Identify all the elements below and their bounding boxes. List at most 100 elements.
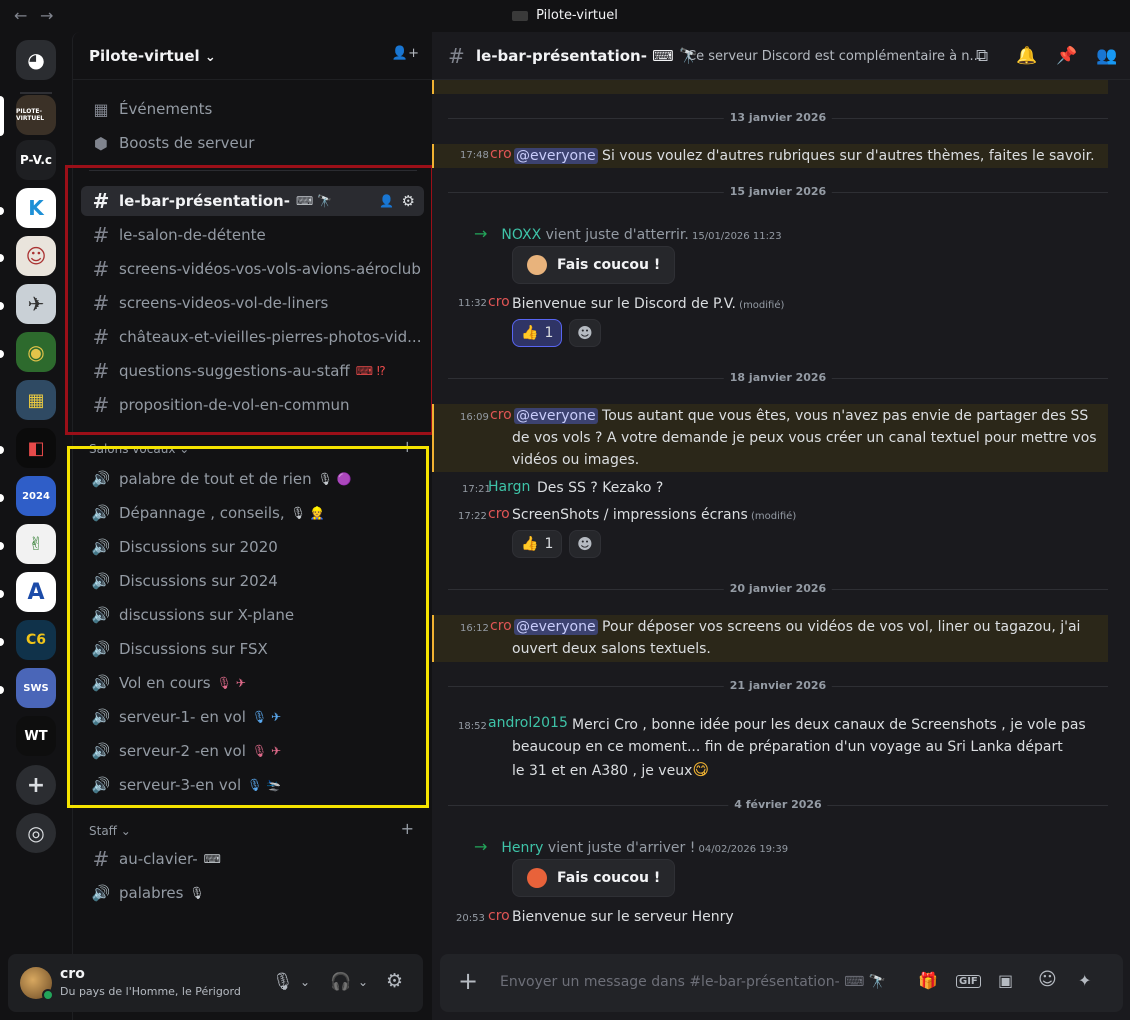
attach-plus-icon[interactable]: + — [458, 967, 478, 995]
timestamp: 04/02/2026 19:39 — [695, 844, 789, 855]
wave-button-label: Fais coucou ! — [557, 257, 661, 273]
apps-icon[interactable]: ✦ — [1078, 971, 1091, 990]
message-author[interactable]: cro — [488, 506, 510, 522]
member-list-icon[interactable]: 👥 — [1096, 46, 1117, 66]
unread-pill — [0, 446, 4, 454]
server-boosts-item[interactable]: ⬢ Boosts de serveur — [81, 128, 424, 158]
calendar-icon: ▦ — [93, 99, 109, 119]
gif-icon[interactable]: GIF — [956, 975, 981, 988]
avatar[interactable] — [20, 967, 54, 1001]
mention-everyone[interactable]: @everyone — [514, 148, 598, 164]
server-icon-a[interactable]: A — [16, 572, 56, 612]
message[interactable]: 17:48 cro @everyone Si vous voulez d'aut… — [432, 144, 1108, 168]
online-status-dot — [42, 989, 54, 1001]
server-icon-wt[interactable]: WT — [16, 716, 56, 756]
category-label: Staff — [89, 824, 117, 838]
date-divider: 4 février 2026 — [448, 798, 1108, 811]
chevron-down-icon[interactable]: ⌄ — [300, 975, 310, 989]
app-logo-icon — [512, 10, 529, 21]
date-divider: 13 janvier 2026 — [448, 111, 1108, 124]
threads-icon[interactable]: ⧉ — [976, 46, 988, 66]
chevron-down-icon[interactable]: ⌄ — [358, 975, 368, 989]
reaction-thumbs-up[interactable]: 👍 1 — [512, 530, 563, 558]
mention-everyone[interactable]: @everyone — [514, 619, 598, 635]
message-author[interactable]: androl2015 — [488, 715, 568, 731]
message[interactable]: 18:52 androl2015 Merci Cro , bonne idée … — [432, 713, 1108, 785]
add-channel-icon[interactable]: + — [401, 819, 414, 838]
rail-divider — [20, 92, 52, 94]
server-icon-k[interactable]: K — [16, 188, 56, 228]
add-reaction-icon[interactable]: ☻ — [569, 319, 601, 347]
discord-home-icon[interactable]: ◕ — [16, 40, 56, 80]
date-divider-label: 4 février 2026 — [728, 798, 828, 811]
emoji-icon[interactable]: ☺ — [1038, 969, 1057, 990]
timestamp: 15/01/2026 11:23 — [688, 231, 782, 242]
headset-icon[interactable]: 🎧 — [330, 972, 351, 992]
microphone-icon[interactable]: 🎙 — [272, 972, 294, 992]
server-icon-c6[interactable]: C6 — [16, 620, 56, 660]
message[interactable]: 20:53 cro Bienvenue sur le serveur Henry — [432, 905, 1108, 929]
message[interactable]: 11:32 cro Bienvenue sur le Discord de P.… — [432, 292, 1108, 316]
voice-channel-palabres[interactable]: 🔊 palabres 🎙 — [81, 878, 424, 908]
server-icon-2024[interactable]: 2024 — [16, 476, 56, 516]
join-text: vient juste d'atterrir. — [541, 227, 689, 243]
channel-label: au-clavier- — [119, 850, 198, 868]
wave-button[interactable]: Fais coucou ! — [512, 246, 676, 284]
server-icon-map[interactable]: ▦ — [16, 380, 56, 420]
date-divider: 21 janvier 2026 — [448, 679, 1108, 692]
message[interactable]: 16:09 cro @everyone Tous autant que vous… — [432, 404, 1108, 472]
message-text: Merci Cro , bonne idée pour les deux can… — [572, 717, 1086, 733]
message-author[interactable]: cro — [490, 618, 512, 634]
message[interactable]: 17:21 Hargn Des SS ? Kezako ? — [432, 476, 1108, 500]
message-content: @everyone Si vous voulez d'autres rubriq… — [514, 145, 1095, 167]
window-title-text: Pilote-virtuel — [536, 8, 618, 23]
add-server-icon[interactable]: + — [16, 765, 56, 805]
server-icon-sws[interactable]: SWS — [16, 668, 56, 708]
server-icon-pvc[interactable]: P-V.c — [16, 140, 56, 180]
server-icon-pilote-virtuel[interactable]: PILOTE-VIRTUEL — [16, 95, 56, 135]
reaction-thumbs-up[interactable]: 👍 1 — [512, 319, 563, 347]
events-item[interactable]: ▦ Événements — [81, 94, 424, 124]
channel-au-clavier[interactable]: # au-clavier- ⌨ — [81, 844, 424, 874]
channel-emoji: 🎙 — [189, 886, 205, 900]
message-author[interactable]: Hargn — [488, 479, 530, 495]
mention-everyone[interactable]: @everyone — [514, 408, 598, 424]
joined-user-name[interactable]: NOXX — [501, 227, 541, 243]
wave-button[interactable]: Fais coucou ! — [512, 859, 676, 897]
message-author[interactable]: cro — [488, 294, 510, 310]
date-divider-label: 21 janvier 2026 — [723, 679, 833, 692]
user-settings-gear-icon[interactable]: ⚙ — [386, 970, 403, 992]
joined-user-name[interactable]: Henry — [501, 840, 543, 856]
message-input[interactable] — [500, 970, 900, 994]
boost-icon: ⬢ — [94, 133, 108, 153]
guild-name-text: Pilote-virtuel — [89, 47, 200, 65]
guild-header[interactable]: Pilote-virtuel ⌄ 👤+ — [73, 32, 433, 80]
server-icon-dark[interactable]: ◧ — [16, 428, 56, 468]
pinned-messages-icon[interactable]: 📌 — [1056, 46, 1077, 66]
channel-topic[interactable]: Ce serveur Discord est complémentaire à … — [687, 49, 982, 64]
server-icon-cartoon[interactable]: ✌ — [16, 524, 56, 564]
server-icon-plane[interactable]: ✈ — [16, 284, 56, 324]
message[interactable]: 17:22 cro ScreenShots / impressions écra… — [432, 503, 1108, 527]
message[interactable]: 16:12 cro @everyone Pour déposer vos scr… — [432, 615, 1108, 662]
sticker-icon[interactable]: ▣ — [998, 971, 1013, 990]
gift-icon[interactable]: 🎁 — [918, 971, 938, 990]
server-icon-face[interactable]: ☺ — [16, 236, 56, 276]
explore-servers-icon[interactable]: ◎ — [16, 813, 56, 853]
message-author[interactable]: cro — [490, 146, 512, 162]
edited-label: (modifié) — [747, 511, 797, 522]
chat-area: # le-bar-présentation- ⌨ 🔭 Ce serveur Di… — [432, 32, 1130, 1020]
message-content: le 31 et en A380 , je veux😋 — [512, 759, 709, 782]
message-clipped — [432, 80, 1108, 94]
unread-pill — [0, 302, 4, 310]
invite-people-icon[interactable]: 👤+ — [392, 46, 419, 61]
add-reaction-icon[interactable]: ☻ — [569, 530, 601, 558]
message-content: @everyone Pour déposer vos screens ou vi… — [514, 616, 1080, 638]
message-author[interactable]: cro — [490, 407, 512, 423]
date-divider: 15 janvier 2026 — [448, 185, 1108, 198]
server-icon-badge[interactable]: ◉ — [16, 332, 56, 372]
category-staff[interactable]: Staff ⌄ — [89, 824, 131, 838]
notification-bell-icon[interactable]: 🔔 — [1016, 46, 1037, 66]
locked-text-channel-icon: # — [92, 847, 110, 871]
message-author[interactable]: cro — [488, 908, 510, 924]
